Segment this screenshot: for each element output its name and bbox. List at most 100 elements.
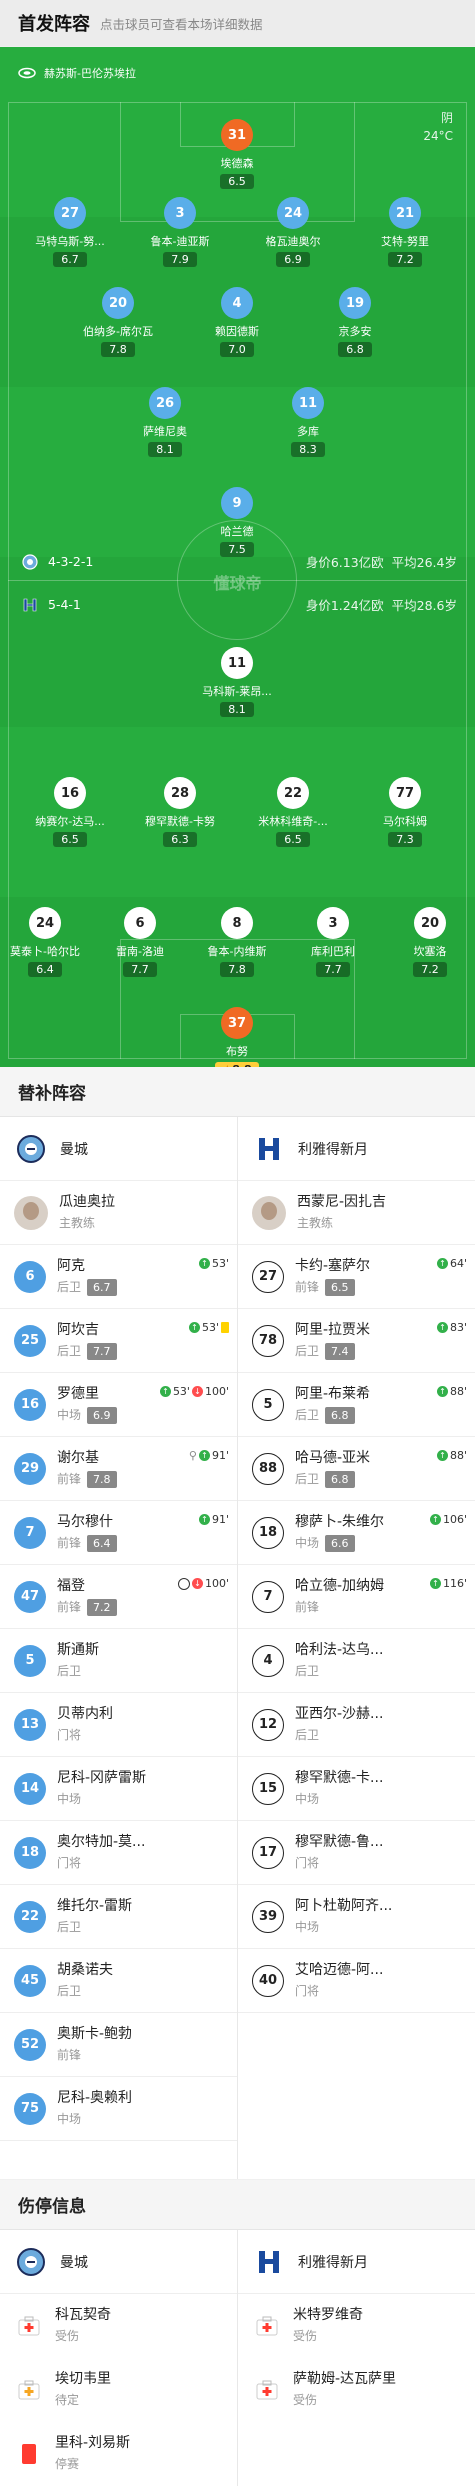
player-number: 16 xyxy=(54,777,86,809)
medkit-pending-icon xyxy=(14,2375,44,2405)
sub-player-name: 维托尔-雷斯 xyxy=(57,1897,133,1914)
home-coach[interactable]: 瓜迪奥拉 主教练 xyxy=(0,1181,237,1245)
sub-player-number: 52 xyxy=(14,2028,46,2061)
player-rating: 6.4 xyxy=(28,962,62,977)
home-player[interactable]: 3 鲁本-迪亚斯 7.9 xyxy=(125,197,235,267)
sub-player-number: 7 xyxy=(14,1516,46,1549)
rating-value: 7.8 xyxy=(228,963,246,976)
sub-player-row[interactable]: 14 尼科-冈萨雷斯 中场 xyxy=(0,1757,237,1821)
player-number: 27 xyxy=(54,197,86,229)
home-player[interactable]: 31 埃德森 6.5 xyxy=(182,119,292,189)
away-player[interactable]: 16 纳赛尔-达马... 6.5 xyxy=(15,777,125,847)
sub-player-row[interactable]: 78 阿里-拉贾米 后卫 7.4 ↑ 83' xyxy=(238,1309,475,1373)
sub-player-number: 75 xyxy=(14,2092,46,2125)
home-player[interactable]: 21 艾特-努里 7.2 xyxy=(350,197,460,267)
sub-player-number: 47 xyxy=(14,1580,46,1613)
sub-player-row[interactable]: 18 奥尔特加-莫... 门将 xyxy=(0,1821,237,1885)
sub-player-number: 17 xyxy=(252,1836,284,1869)
player-rating: 6.5 xyxy=(220,174,254,189)
inj-away-team[interactable]: 利雅得新月 xyxy=(238,2230,475,2294)
sub-player-rating: 6.6 xyxy=(325,1534,355,1552)
injury-row[interactable]: 米特罗维奇 受伤 xyxy=(238,2294,475,2358)
away-player[interactable]: 37 布努 ★8.8 xyxy=(182,1007,292,1067)
home-player[interactable]: 27 马特乌斯-努... 6.7 xyxy=(15,197,125,267)
sub-player-row[interactable]: 18 穆萨卜-朱维尔 中场 6.6 ↑ 106' xyxy=(238,1501,475,1565)
injury-row[interactable]: 科瓦契奇 受伤 xyxy=(0,2294,237,2358)
sub-player-row[interactable]: 52 奥斯卡-鲍勃 前锋 xyxy=(0,2013,237,2077)
away-player[interactable]: 3 库利巴利 7.7 xyxy=(278,907,388,977)
sub-player-row[interactable]: 7 马尔穆什 前锋 6.4 ↑ 91' xyxy=(0,1501,237,1565)
player-name: 多库 xyxy=(297,425,319,438)
away-player[interactable]: 28 穆罕默德-卡努 6.3 xyxy=(125,777,235,847)
injury-row[interactable]: 萨勒姆-达瓦萨里 受伤 xyxy=(238,2358,475,2422)
away-player[interactable]: 8 鲁本-内维斯 7.8 xyxy=(182,907,292,977)
inj-home-team[interactable]: 曼城 xyxy=(0,2230,237,2294)
sub-player-number: 14 xyxy=(14,1772,46,1805)
away-player[interactable]: 6 雷南-洛迪 7.7 xyxy=(85,907,195,977)
injury-row[interactable]: 里科-刘易斯 停赛 xyxy=(0,2422,237,2486)
sub-player-row[interactable]: 40 艾哈迈德-阿... 门将 xyxy=(238,1949,475,2013)
home-player[interactable]: 20 伯纳多-席尔瓦 7.8 xyxy=(63,287,173,357)
sub-minute: 88' xyxy=(449,1449,467,1462)
home-player[interactable]: 9 哈兰德 7.5 xyxy=(182,487,292,557)
sub-player-row[interactable]: 27 卡约-塞萨尔 前锋 6.5 ↑ 64' xyxy=(238,1245,475,1309)
sub-in-icon: ↑ xyxy=(429,1578,441,1589)
player-number: 9 xyxy=(221,487,253,519)
player-number: 3 xyxy=(317,907,349,939)
sub-minute: 116' xyxy=(442,1577,467,1590)
player-name: 雷南-洛迪 xyxy=(116,945,164,958)
home-player[interactable]: 26 萨维尼奥 8.1 xyxy=(110,387,220,457)
player-name: 萨维尼奥 xyxy=(143,425,187,438)
away-player[interactable]: 77 马尔科姆 7.3 xyxy=(350,777,460,847)
subs-away-team-name: 利雅得新月 xyxy=(298,1141,368,1158)
injury-row[interactable]: 埃切韦里 待定 xyxy=(0,2358,237,2422)
pitch: 懂球帝 赫苏斯-巴伦苏埃拉 阴 24°C 4-3-2-1 身价6.13亿欧 平均… xyxy=(0,47,475,1067)
sub-player-row[interactable]: 5 斯通斯 后卫 xyxy=(0,1629,237,1693)
sub-player-rating: 6.9 xyxy=(87,1406,117,1424)
sub-player-row[interactable]: 5 阿里-布莱希 后卫 6.8 ↑ 88' xyxy=(238,1373,475,1437)
away-player[interactable]: 22 米林科维奇-... 6.5 xyxy=(238,777,348,847)
sub-player-row[interactable]: 17 穆罕默德-鲁... 门将 xyxy=(238,1821,475,1885)
away-coach[interactable]: 西蒙尼-因扎吉 主教练 xyxy=(238,1181,475,1245)
home-player[interactable]: 24 格瓦迪奥尔 6.9 xyxy=(238,197,348,267)
sub-player-row[interactable]: 47 福登 前锋 7.2 ↓ 100' xyxy=(0,1565,237,1629)
subs-away-team[interactable]: 利雅得新月 xyxy=(238,1117,475,1181)
player-rating: 7.5 xyxy=(220,542,254,557)
home-player[interactable]: 19 京多安 6.8 xyxy=(300,287,410,357)
lineup-title: 首发阵容 xyxy=(18,14,90,35)
sub-player-row[interactable]: 4 哈利法-达乌... 后卫 xyxy=(238,1629,475,1693)
sub-player-row[interactable]: 6 阿克 后卫 6.7 ↑ 53' xyxy=(0,1245,237,1309)
sub-player-name: 阿克 xyxy=(57,1257,85,1274)
player-rating: 7.9 xyxy=(163,252,197,267)
player-name: 哈兰德 xyxy=(220,525,254,538)
rating-value: 6.5 xyxy=(284,833,302,846)
sub-player-row[interactable]: 25 阿坎吉 后卫 7.7 ↑ 53' xyxy=(0,1309,237,1373)
sub-player-row[interactable]: 15 穆罕默德-卡... 中场 xyxy=(238,1757,475,1821)
sub-in-icon: ↑ xyxy=(188,1322,200,1333)
rating-value: 6.3 xyxy=(171,833,189,846)
home-player[interactable]: 11 多库 8.3 xyxy=(253,387,363,457)
sub-player-row[interactable]: 29 谢尔基 前锋 7.8 ⚲ ↑ 91' xyxy=(0,1437,237,1501)
sub-player-row[interactable]: 13 贝蒂内利 门将 xyxy=(0,1693,237,1757)
sub-player-row[interactable]: 16 罗德里 中场 6.9 ↑ 53' ↓ 100' xyxy=(0,1373,237,1437)
away-age: 平均28.6岁 xyxy=(391,598,457,613)
player-rating: ★8.8 xyxy=(215,1062,259,1067)
sub-player-row[interactable]: 22 维托尔-雷斯 后卫 xyxy=(0,1885,237,1949)
sub-player-row[interactable]: 45 胡桑诺夫 后卫 xyxy=(0,1949,237,2013)
sub-player-row[interactable]: 39 阿卜杜勒阿齐... 中场 xyxy=(238,1885,475,1949)
home-value: 身价6.13亿欧 xyxy=(305,555,384,570)
sub-player-number: 13 xyxy=(14,1708,46,1741)
away-player[interactable]: 11 马科斯-莱昂... 8.1 xyxy=(182,647,292,717)
away-player[interactable]: 20 坎塞洛 7.2 xyxy=(375,907,475,977)
sub-minute: 106' xyxy=(442,1513,467,1526)
home-player[interactable]: 4 赖因德斯 7.0 xyxy=(182,287,292,357)
sub-player-row[interactable]: 88 哈马德-亚米 后卫 6.8 ↑ 88' xyxy=(238,1437,475,1501)
sub-player-row[interactable]: 7 哈立德-加纳姆 前锋 ↑ 116' xyxy=(238,1565,475,1629)
sub-player-row[interactable]: 75 尼科-奥赖利 中场 xyxy=(0,2077,237,2141)
sub-player-row[interactable]: 12 亚西尔-沙赫... 后卫 xyxy=(238,1693,475,1757)
sub-in-icon: ↑ xyxy=(436,1322,448,1333)
player-number: 26 xyxy=(149,387,181,419)
injury-status: 待定 xyxy=(55,2393,80,2407)
sub-in-icon: ↑ xyxy=(429,1514,441,1525)
subs-home-team[interactable]: 曼城 xyxy=(0,1117,237,1181)
